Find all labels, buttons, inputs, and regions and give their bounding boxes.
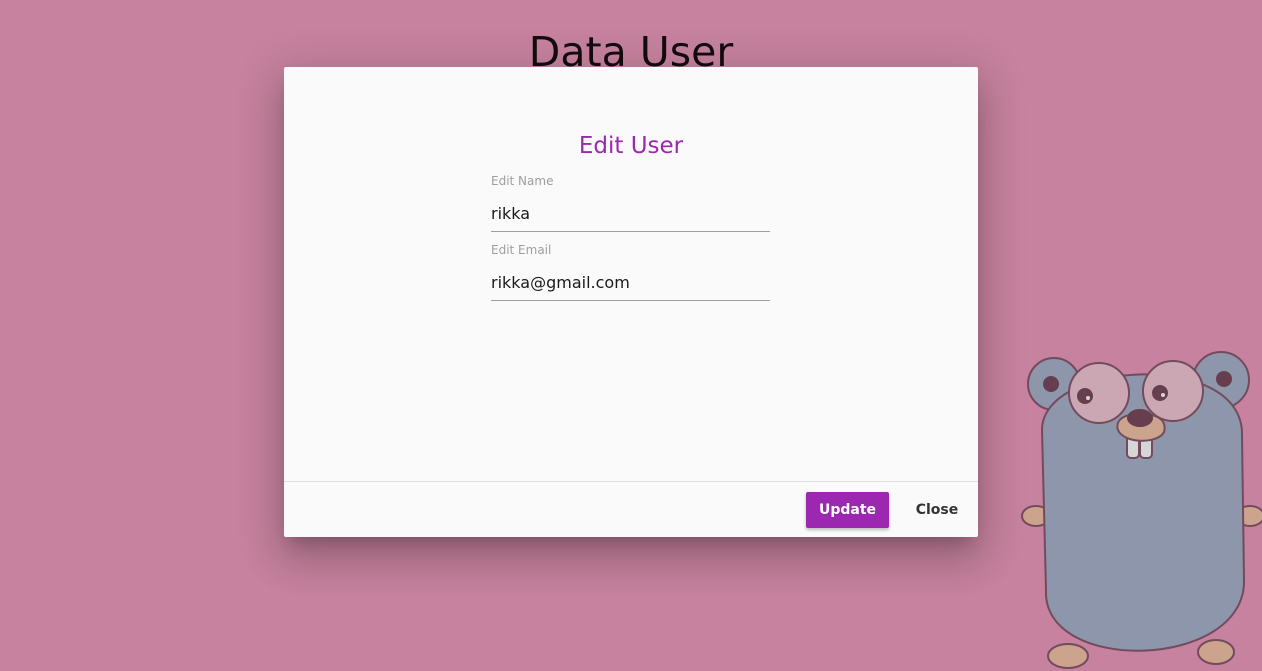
name-field-group: Edit Name: [491, 174, 770, 240]
close-button[interactable]: Close: [904, 492, 970, 528]
modal-title: Edit User: [578, 133, 684, 159]
name-input[interactable]: [491, 196, 770, 232]
email-field-label: Edit Email: [491, 243, 552, 257]
modal-footer: Update Close: [284, 481, 978, 538]
app-background: Data User Edit User Edit Name rikka Edit…: [0, 0, 1262, 671]
email-field-group: Edit Email: [491, 243, 770, 309]
email-input[interactable]: [491, 265, 770, 301]
update-button[interactable]: Update: [806, 492, 889, 528]
name-field-label: Edit Name: [491, 174, 554, 188]
edit-user-modal: Edit User Edit Name Edit Email Update Cl…: [284, 67, 978, 537]
